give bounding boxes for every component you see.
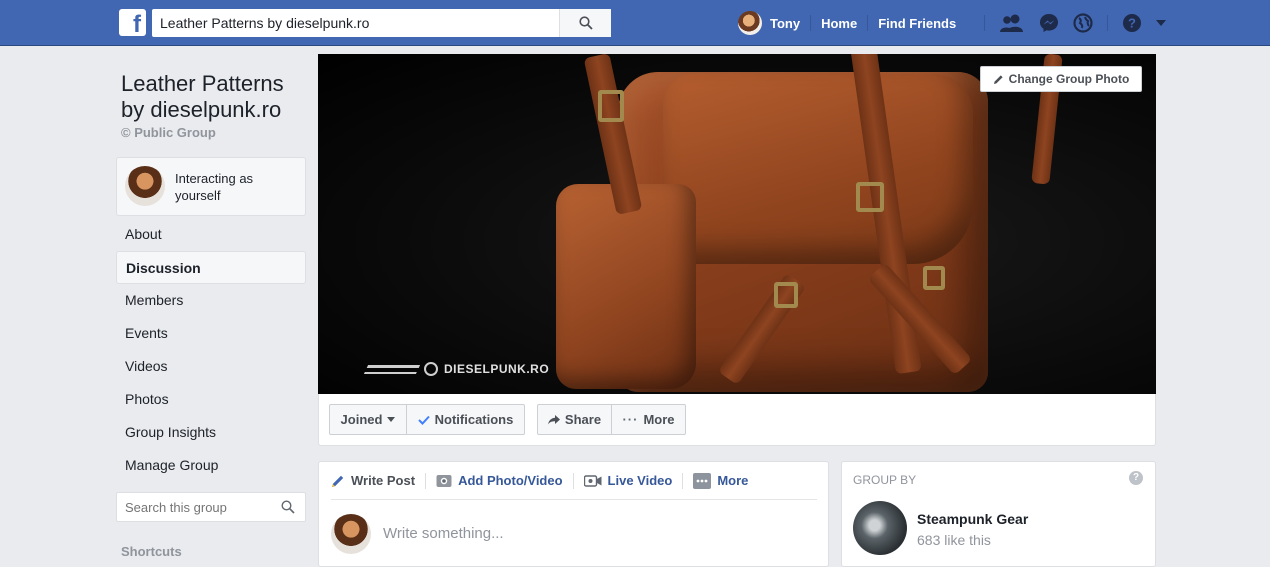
global-search <box>152 9 611 37</box>
sidebar-item-discussion[interactable]: Discussion <box>116 251 306 284</box>
joined-label: Joined <box>340 412 383 427</box>
user-avatar <box>125 166 165 206</box>
friends-icon[interactable] <box>999 13 1025 33</box>
add-photo-video-label: Add Photo/Video <box>458 473 563 488</box>
help-icon[interactable]: ? <box>1122 13 1142 33</box>
cover-buckle <box>923 266 945 290</box>
group-by-page-name[interactable]: Steampunk Gear <box>917 511 1028 527</box>
composer-more-label: More <box>717 473 749 488</box>
more-dots-icon: ··· <box>622 412 639 427</box>
interacting-as-label: Interacting as yourself <box>175 171 254 203</box>
messenger-icon[interactable] <box>1039 13 1059 33</box>
top-nav-links: Tony Home Find Friends <box>738 0 966 46</box>
caret-down-icon <box>387 416 396 422</box>
search-icon <box>578 16 593 30</box>
group-search-input[interactable] <box>117 493 277 521</box>
group-title[interactable]: Leather Patterns by dieselpunk.ro <box>121 71 311 123</box>
notifications-label: Notifications <box>434 412 514 427</box>
watermark-text: DIESELPUNK.RO <box>444 362 550 376</box>
cover-bag-pocket <box>556 184 696 389</box>
sidebar-item-manage-group[interactable]: Manage Group <box>116 449 306 482</box>
group-cover-photo[interactable]: DIESELPUNK.RO <box>318 54 1156 394</box>
sidebar-item-photos[interactable]: Photos <box>116 383 306 416</box>
live-video-label: Live Video <box>607 473 673 488</box>
video-camera-icon <box>583 474 602 487</box>
tab-write-post[interactable]: Write Post <box>331 473 425 488</box>
composer-input[interactable]: Write something... <box>383 525 504 542</box>
sidebar-item-about[interactable]: About <box>116 218 306 251</box>
group-by-heading: GROUP BY <box>853 473 917 487</box>
group-search <box>116 492 306 522</box>
tab-divider <box>572 472 574 489</box>
tab-divider <box>682 472 684 489</box>
page-avatar[interactable] <box>853 501 907 555</box>
global-search-input[interactable] <box>152 9 557 37</box>
sidebar-item-group-insights[interactable]: Group Insights <box>116 416 306 449</box>
joined-button[interactable]: Joined <box>329 404 407 435</box>
shortcuts-heading: Shortcuts <box>121 544 182 559</box>
home-link[interactable]: Home <box>811 16 867 31</box>
cover-buckle <box>598 90 624 122</box>
group-by-likes: 683 like this <box>917 532 991 548</box>
nav-divider <box>1107 15 1108 31</box>
notifications-button[interactable]: Notifications <box>406 404 525 435</box>
change-group-photo-button[interactable]: Change Group Photo <box>980 66 1142 92</box>
camera-icon <box>436 474 452 487</box>
more-icon <box>693 472 712 489</box>
tab-live-video[interactable]: Live Video <box>583 473 683 488</box>
cover-buckle <box>856 182 884 212</box>
user-avatar <box>331 514 371 554</box>
tab-add-photo-video[interactable]: Add Photo/Video <box>436 473 572 488</box>
group-sidebar-menu: About Discussion Members Events Videos P… <box>116 218 306 482</box>
composer-tabs: Write Post Add Photo/Video Live Video Mo… <box>331 462 817 500</box>
share-button[interactable]: Share <box>537 404 612 435</box>
profile-link[interactable]: Tony <box>770 16 810 31</box>
search-button[interactable] <box>559 9 611 37</box>
globe-icon[interactable] <box>1073 13 1093 33</box>
cover-buckle <box>774 282 798 308</box>
nav-divider <box>984 15 985 31</box>
write-post-label: Write Post <box>351 473 416 488</box>
cover-watermark: DIESELPUNK.RO <box>363 362 550 376</box>
watermark-wing-icon <box>363 364 421 374</box>
find-friends-link[interactable]: Find Friends <box>868 16 966 31</box>
more-label: More <box>643 412 675 427</box>
user-avatar[interactable] <box>738 11 762 35</box>
sidebar-item-members[interactable]: Members <box>116 284 306 317</box>
svg-text:?: ? <box>1128 16 1136 31</box>
pencil-icon <box>332 475 344 487</box>
search-icon[interactable] <box>281 500 295 514</box>
share-arrow-icon <box>547 414 560 424</box>
more-button[interactable]: ··· More <box>611 404 686 435</box>
group-privacy-label: © Public Group <box>121 125 216 140</box>
post-composer: Write Post Add Photo/Video Live Video Mo… <box>318 461 829 567</box>
top-nav-icons: ? <box>984 0 1166 46</box>
group-by-card: GROUP BY ? Steampunk Gear 683 like this <box>841 461 1156 567</box>
sidebar-item-videos[interactable]: Videos <box>116 350 306 383</box>
interacting-as-selector[interactable]: Interacting as yourself <box>116 157 306 216</box>
watermark-skull-icon <box>424 362 438 376</box>
tab-divider <box>425 472 427 489</box>
group-action-bar: Joined Notifications Share ··· More <box>318 394 1156 446</box>
sidebar-item-events[interactable]: Events <box>116 317 306 350</box>
top-navigation-bar: f Tony Home Find Friends <box>0 0 1270 46</box>
pencil-icon <box>993 74 1003 84</box>
help-icon[interactable]: ? <box>1129 471 1143 485</box>
share-label: Share <box>564 412 602 427</box>
facebook-logo-icon[interactable]: f <box>119 9 146 36</box>
chevron-down-icon[interactable] <box>1156 19 1166 27</box>
change-group-photo-label: Change Group Photo <box>1008 72 1130 86</box>
cover-bag-flap <box>663 74 973 264</box>
checkmark-icon <box>417 415 430 425</box>
tab-more[interactable]: More <box>693 472 758 489</box>
